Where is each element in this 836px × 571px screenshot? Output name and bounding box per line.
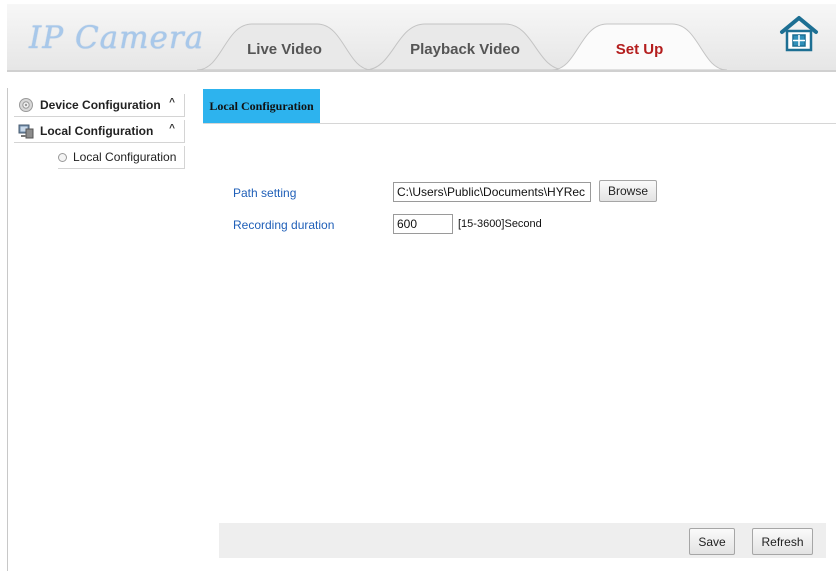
sidebar-subitem-label: Local Configuration	[73, 150, 177, 164]
home-icon	[780, 16, 818, 52]
refresh-button[interactable]: Refresh	[752, 528, 813, 555]
tab-live-video[interactable]: Live Video	[197, 22, 372, 70]
tab-set-up[interactable]: Set Up	[552, 22, 727, 70]
sidebar-item-label: Local Configuration	[40, 124, 154, 138]
home-button[interactable]	[779, 13, 819, 53]
save-button[interactable]: Save	[689, 528, 735, 555]
sidebar-item-local-configuration[interactable]: Local Configuration ^	[14, 120, 185, 143]
top-header: IP Camera Live Video Playback Video Set …	[7, 4, 836, 72]
chevron-up-icon: ^	[169, 123, 175, 134]
sidebar-item-label: Device Configuration	[40, 98, 161, 112]
computer-icon	[18, 124, 34, 139]
tab-label: Set Up	[615, 40, 664, 58]
recording-duration-hint: [15-3600]Second	[458, 218, 542, 230]
sidebar-subitem-local-configuration[interactable]: Local Configuration	[58, 146, 185, 169]
logo: IP Camera	[29, 20, 205, 56]
chevron-up-icon: ^	[169, 97, 175, 108]
gear-icon	[19, 98, 33, 112]
bullet-icon	[58, 152, 67, 162]
path-setting-label: Path setting	[233, 186, 297, 200]
tab-divider	[203, 123, 836, 124]
recording-duration-label: Recording duration	[233, 218, 335, 232]
recording-duration-input[interactable]	[393, 214, 453, 234]
browse-button[interactable]: Browse	[599, 180, 657, 202]
tab-local-configuration[interactable]: Local Configuration	[203, 89, 320, 123]
sidebar-item-device-configuration[interactable]: Device Configuration ^	[14, 94, 185, 117]
path-setting-input[interactable]	[393, 182, 591, 202]
tab-label: Playback Video	[410, 40, 520, 58]
sidebar-border	[7, 88, 8, 571]
tab-label: Live Video	[247, 40, 322, 58]
tab-playback-video[interactable]: Playback Video	[365, 22, 565, 70]
